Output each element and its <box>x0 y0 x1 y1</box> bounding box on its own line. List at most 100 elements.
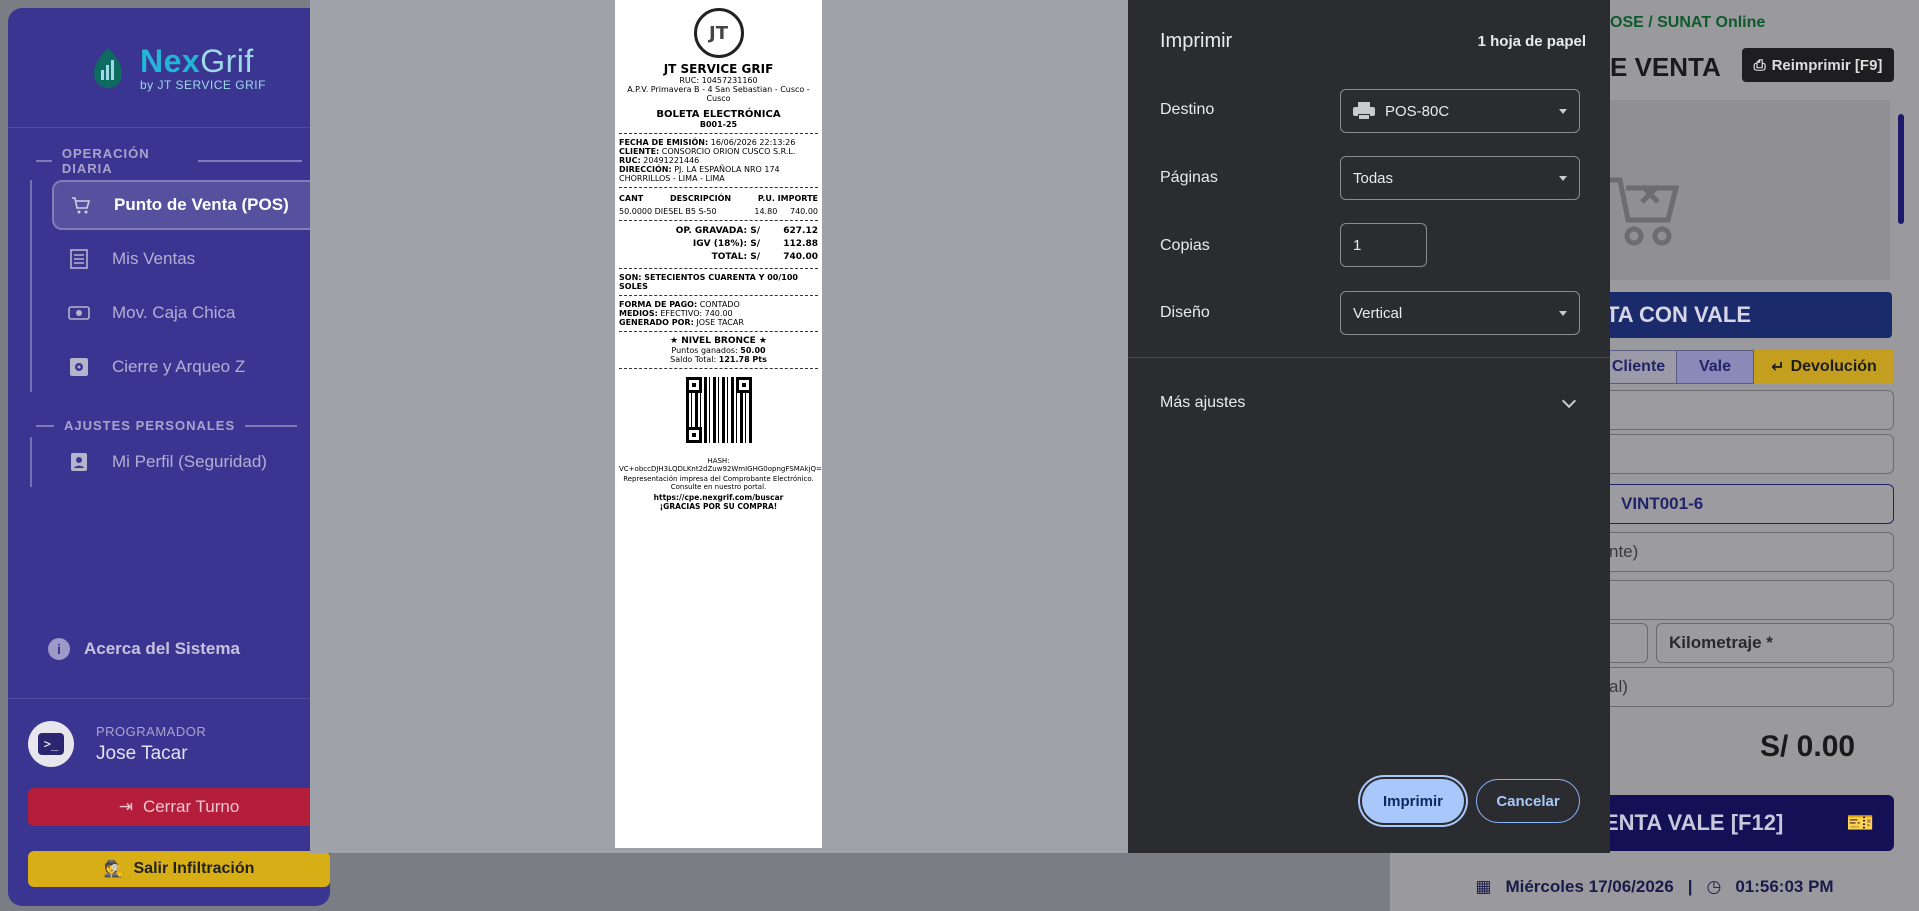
brand-logo-icon <box>86 46 130 90</box>
receipt-issue-date: FECHA DE EMISIÓN: 16/06/2026 22:13:26 <box>619 138 796 147</box>
calendar-icon: ▦ <box>1475 876 1492 896</box>
nav-daily: Punto de Venta (POS) Mis Ventas Mov. Caj… <box>30 180 330 392</box>
section-title-daily: OPERACIÓN DIARIA <box>8 146 330 176</box>
reprint-button[interactable]: ⎙ Reimprimir [F9] <box>1742 48 1894 82</box>
dropdown-caret-icon <box>1559 109 1567 114</box>
receipt-address: A.P.V. Primavera B - 4 San Sebastian - C… <box>627 85 810 103</box>
terminal-icon: >_ <box>38 733 64 755</box>
receipt-icon <box>68 248 90 270</box>
brand-name: NexGrif <box>140 43 254 79</box>
receipt-doc-number: B001-25 <box>699 120 738 129</box>
receipt-client: CLIENTE: CONSORCIO ORION CUSCO S.R.L. <box>619 147 796 156</box>
print-settings-panel: Imprimir 1 hoja de papel Destino POS-80C… <box>1128 0 1610 853</box>
user-role: PROGRAMADOR <box>96 723 207 739</box>
section-title-personal: AJUSTES PERSONALES <box>8 418 330 433</box>
scrollbar-thumb[interactable] <box>1898 114 1904 224</box>
avatar: >_ <box>28 721 74 767</box>
copies-input[interactable]: 1 <box>1340 223 1427 267</box>
receipt-level: ★ NIVEL BRONCE ★ <box>670 336 767 346</box>
spy-icon: 🕵 <box>103 861 124 878</box>
receipt-igv: IGV (18%): S/112.88 <box>692 239 818 249</box>
receipt-means: MEDIOS: EFECTIVO: 740.00 <box>619 309 733 318</box>
brand: NexGrif by JT SERVICE GRIF <box>8 8 330 128</box>
safe-icon <box>68 356 90 378</box>
pages-label: Páginas <box>1160 169 1218 186</box>
user-name: Jose Tacar <box>96 742 188 764</box>
receipt-generated-by: GENERADO POR: JOSE TACAR <box>619 318 744 327</box>
receipt-thanks: ¡GRACIAS POR SU COMPRA! <box>659 502 778 511</box>
receipt-amount-words: SON: SETECIENTOS CUARENTA Y 00/100 SOLES <box>619 273 798 291</box>
nav-personal: Mi Perfil (Seguridad) <box>30 437 330 487</box>
printer-icon: ⎙ <box>1753 56 1766 74</box>
more-settings-toggle[interactable]: Más ajustes <box>1160 394 1245 412</box>
mode-tabs: Cliente Vale ↵ Devolución <box>1600 350 1894 384</box>
cart-icon <box>70 194 92 216</box>
sidebar: NexGrif by JT SERVICE GRIF OPERACIÓN DIA… <box>8 8 330 906</box>
receipt-consult-note: Consulte en nuestro portal. <box>670 483 767 491</box>
receipt-doc-type: BOLETA ELECTRÓNICA <box>656 109 781 120</box>
client-field[interactable]: nte) <box>1600 532 1894 572</box>
receipt-address-client: DIRECCIÓN: PJ. LA ESPAÑOLA NRO 174 CHORR… <box>619 165 780 183</box>
receipt-balance: Saldo Total: 121.78 Pts <box>670 355 767 364</box>
tab-devolucion[interactable]: ↵ Devolución <box>1754 350 1894 384</box>
sidebar-item-caja-chica[interactable]: Mov. Caja Chica <box>52 288 330 338</box>
user-box: >_ PROGRAMADOR Jose Tacar <box>8 698 330 789</box>
info-icon: i <box>48 638 70 660</box>
datetime-footer: ▦ Miércoles 17/06/2026 | ◷ 01:56:03 PM <box>1475 876 1834 896</box>
empty-cart-icon <box>1610 177 1680 246</box>
tab-cliente[interactable]: Cliente <box>1600 350 1676 384</box>
cart-empty-area <box>1600 100 1890 280</box>
pos-input-1[interactable] <box>1600 390 1894 430</box>
about-system-link[interactable]: i Acerca del Sistema <box>48 638 240 660</box>
receipt-points: Puntos ganados: 50.00 <box>671 346 766 355</box>
id-badge-icon <box>68 451 90 473</box>
brand-subtitle: by JT SERVICE GRIF <box>140 78 266 92</box>
current-date: Miércoles 17/06/2026 <box>1505 876 1674 896</box>
receipt-company: JT SERVICE GRIF <box>663 62 774 76</box>
close-shift-button[interactable]: ⇥ Cerrar Turno <box>28 788 330 826</box>
panel-divider <box>1128 357 1610 358</box>
print-dialog-title: Imprimir <box>1160 30 1233 52</box>
sidebar-item-mi-perfil[interactable]: Mi Perfil (Seguridad) <box>52 437 330 487</box>
receipt-url: https://cpe.nexgrif.com/buscar <box>653 493 784 502</box>
ticket-icon: 🎫 <box>1846 810 1874 835</box>
chevron-down-icon[interactable] <box>1561 393 1577 409</box>
current-time: 01:56:03 PM <box>1735 876 1834 896</box>
pos-input-2[interactable] <box>1600 434 1894 474</box>
receipt-hash: VC+obccDJH3LQDLKnt2dZuw92WmIGHG0opngFSMA… <box>619 465 822 473</box>
km-field[interactable]: Kilometraje * <box>1656 623 1894 663</box>
receipt-hash-label: HASH: <box>707 457 730 465</box>
tab-vale[interactable]: Vale <box>1676 350 1754 384</box>
sidebar-item-pos[interactable]: Punto de Venta (POS) <box>52 180 330 230</box>
layout-select[interactable]: Vertical <box>1340 291 1580 335</box>
cancel-button[interactable]: Cancelar <box>1476 779 1580 823</box>
receipt-total: TOTAL: S/740.00 <box>711 252 818 262</box>
print-button[interactable]: Imprimir <box>1362 779 1464 823</box>
total-amount: S/ 0.00 <box>1760 730 1856 763</box>
vale-code-field[interactable]: VINT001-6 <box>1600 484 1894 524</box>
qr-code-icon <box>685 377 752 443</box>
dropdown-caret-icon <box>1559 176 1567 181</box>
copies-label: Copias <box>1160 237 1210 254</box>
pos-title: E VENTA <box>1610 52 1721 82</box>
total-field[interactable]: al) <box>1600 667 1894 707</box>
receipt-line-item: 50.0000 DIESEL B5 S-50 14.80 740.00 <box>619 207 818 216</box>
receipt-columns: CANT DESCRIPCIÓN P.U. IMPORTE <box>619 194 818 203</box>
return-icon: ↵ <box>1771 359 1785 376</box>
destination-label: Destino <box>1160 101 1215 118</box>
receipt-ruc: RUC: 10457231160 <box>679 76 758 85</box>
cash-icon <box>68 302 90 324</box>
cart-scrollbar[interactable] <box>1896 100 1906 275</box>
destination-select[interactable]: POS-80C <box>1340 89 1580 133</box>
receipt-preview: JT JT SERVICE GRIF RUC: 10457231160 A.P.… <box>615 0 822 848</box>
exit-infiltration-button[interactable]: 🕵 Salir Infiltración <box>28 851 330 887</box>
sidebar-item-mis-ventas[interactable]: Mis Ventas <box>52 234 330 284</box>
pos-input-3[interactable] <box>1600 580 1894 620</box>
receipt-client-ruc: RUC: 20491221446 <box>619 156 700 165</box>
pages-select[interactable]: Todas <box>1340 156 1580 200</box>
sheet-count: 1 hoja de papel <box>1477 33 1586 50</box>
sunat-status: OSE / SUNAT Online <box>1610 14 1766 31</box>
sidebar-item-cierre-arqueo[interactable]: Cierre y Arqueo Z <box>52 342 330 392</box>
sell-vale-button[interactable]: ENTA VALE [F12] 🎫 <box>1600 795 1894 851</box>
company-logo-icon: JT <box>693 8 744 58</box>
